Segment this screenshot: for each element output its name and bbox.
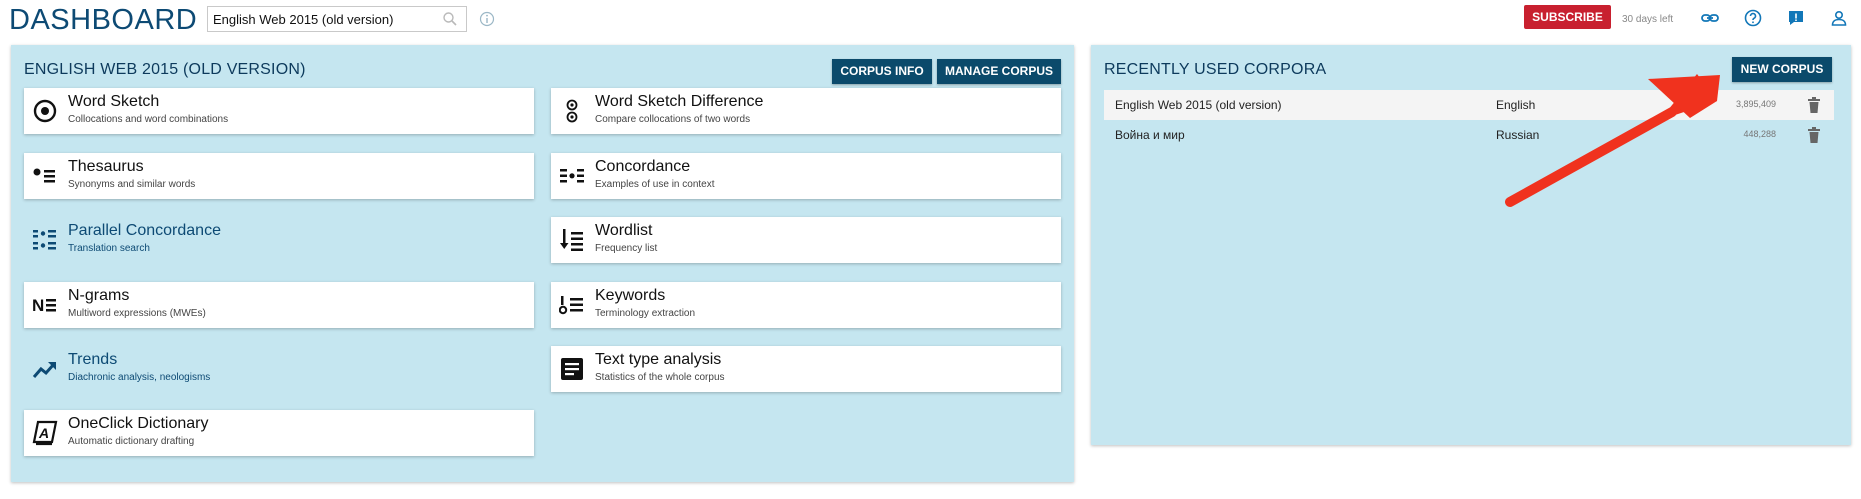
corpus-language: Russian	[1496, 128, 1540, 142]
tool-description: Multiword expressions (MWEs)	[68, 308, 206, 319]
tool-text-type-analysis[interactable]: Text type analysis Statistics of the who…	[551, 346, 1061, 392]
tool-name: Trends	[68, 351, 118, 368]
tool-description: Diachronic analysis, neologisms	[68, 372, 211, 383]
corpus-search-box[interactable]	[207, 6, 467, 32]
tool-name: N-grams	[68, 287, 130, 304]
corpus-row[interactable]: Война и мир Russian 448,288	[1104, 120, 1834, 150]
new-corpus-button[interactable]: NEW CORPUS	[1732, 57, 1832, 82]
tool-name: Concordance	[595, 158, 691, 175]
corpus-size: 448,288	[1743, 129, 1776, 139]
recent-corpora-title: RECENTLY USED CORPORA	[1104, 61, 1327, 78]
tool-concordance[interactable]: Concordance Examples of use in context	[551, 153, 1061, 199]
tool-trends[interactable]: Trends Diachronic analysis, neologisms	[24, 346, 534, 392]
tool-keywords[interactable]: Keywords Terminology extraction	[551, 282, 1061, 328]
tool-wordlist[interactable]: Wordlist Frequency list	[551, 217, 1061, 263]
corpus-name[interactable]: Война и мир	[1115, 128, 1185, 142]
tool-description: Frequency list	[595, 243, 658, 254]
tool-name: Parallel Concordance	[68, 222, 221, 239]
ngrams-icon: N	[32, 296, 56, 315]
corpus-info-button[interactable]: CORPUS INFO	[832, 59, 932, 84]
tool-name: Word Sketch	[68, 93, 160, 110]
key-list-icon	[559, 296, 583, 315]
tool-name: Thesaurus	[68, 158, 144, 175]
top-bar: DASHBOARD SUBSCRIBE 30 days left	[0, 0, 1861, 40]
tool-description: Translation search	[68, 243, 150, 254]
user-account-icon[interactable]	[1829, 8, 1849, 28]
corpus-title: ENGLISH WEB 2015 (OLD VERSION)	[24, 61, 306, 78]
sorted-list-icon	[560, 229, 583, 251]
document-icon	[561, 358, 583, 380]
svg-text:N: N	[32, 296, 44, 315]
tool-description: Examples of use in context	[595, 179, 715, 190]
tool-name: Text type analysis	[595, 351, 722, 368]
recent-corpora-panel: RECENTLY USED CORPORA NEW CORPUS English…	[1091, 45, 1851, 445]
corpus-size: 3,895,409	[1735, 99, 1776, 109]
delete-icon[interactable]	[1807, 97, 1821, 113]
link-icon[interactable]	[1700, 8, 1720, 28]
svg-text:A: A	[38, 425, 49, 441]
concordance-icon	[560, 169, 584, 183]
tool-description: Compare collocations of two words	[595, 114, 751, 125]
tool-name: OneClick Dictionary	[68, 415, 209, 432]
corpus-language: English	[1496, 98, 1536, 112]
tool-description: Collocations and word combinations	[68, 114, 229, 125]
double-target-icon	[566, 99, 578, 123]
search-icon[interactable]	[442, 11, 458, 27]
tool-word-sketch[interactable]: Word Sketch Collocations and word combin…	[24, 88, 534, 134]
bullet-list-icon	[33, 168, 55, 183]
trending-up-icon	[32, 362, 56, 378]
tool-description: Statistics of the whole corpus	[595, 372, 725, 383]
corpus-name[interactable]: English Web 2015 (old version)	[1115, 98, 1282, 112]
dictionary-icon: A	[32, 420, 58, 446]
delete-icon[interactable]	[1807, 127, 1821, 143]
dashboard-logo[interactable]: DASHBOARD	[9, 4, 197, 37]
tool-name: Word Sketch Difference	[595, 93, 764, 110]
tool-description: Automatic dictionary drafting	[68, 436, 195, 447]
feedback-icon[interactable]	[1786, 8, 1806, 28]
target-icon	[33, 99, 57, 123]
tool-oneclick-dictionary[interactable]: A OneClick Dictionary Automatic dictiona…	[24, 410, 534, 456]
tool-parallel-concordance[interactable]: Parallel Concordance Translation search	[24, 217, 534, 263]
corpus-tools-panel: ENGLISH WEB 2015 (OLD VERSION) CORPUS IN…	[11, 45, 1074, 482]
tool-word-sketch-difference[interactable]: Word Sketch Difference Compare collocati…	[551, 88, 1061, 134]
help-icon[interactable]	[1743, 8, 1763, 28]
manage-corpus-button[interactable]: MANAGE CORPUS	[937, 59, 1061, 84]
info-icon[interactable]	[479, 11, 495, 27]
corpus-search-input[interactable]	[213, 10, 433, 28]
tool-description: Synonyms and similar words	[68, 179, 196, 190]
tool-name: Wordlist	[595, 222, 653, 239]
tool-description: Terminology extraction	[595, 308, 696, 319]
trial-days-left: 30 days left	[1622, 14, 1674, 25]
subscribe-button[interactable]: SUBSCRIBE	[1524, 5, 1611, 29]
tool-thesaurus[interactable]: Thesaurus Synonyms and similar words	[24, 153, 534, 199]
tool-name: Keywords	[595, 287, 666, 304]
parallel-concordance-icon	[33, 230, 56, 250]
corpus-row[interactable]: English Web 2015 (old version) English 3…	[1104, 90, 1834, 120]
tool-ngrams[interactable]: N N-grams Multiword expressions (MWEs)	[24, 282, 534, 328]
